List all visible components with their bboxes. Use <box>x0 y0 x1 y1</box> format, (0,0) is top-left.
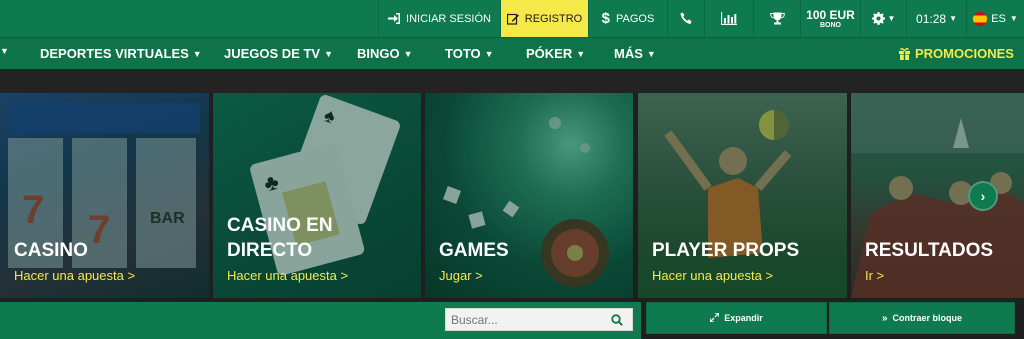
nav-item-mas[interactable]: MÁS ▼ <box>614 46 656 61</box>
login-icon <box>388 13 401 24</box>
tile-resultados[interactable]: RESULTADOS Ir > <box>851 93 1024 298</box>
spacer <box>0 69 1024 93</box>
trophy-button[interactable] <box>753 0 800 37</box>
double-chevron-right-icon: » <box>881 312 888 324</box>
nav-item-poker[interactable]: PÓKER ▼ <box>526 46 585 61</box>
chevron-down-icon: ▼ <box>192 48 202 59</box>
chevron-down-icon: ▼ <box>646 48 656 59</box>
promotions-label: PROMOCIONES <box>915 46 1014 61</box>
tile-title: GAMES <box>439 240 509 261</box>
tile-link[interactable]: Hacer una apuesta > <box>14 268 135 283</box>
chevron-down-icon: ▼ <box>484 48 494 59</box>
language-dropdown[interactable]: ES ▼ <box>966 0 1024 37</box>
tile-casino[interactable]: 7 7 BAR CASINO Hacer una apuesta > <box>0 93 209 298</box>
bar-chart-icon <box>721 12 737 25</box>
search-icon[interactable] <box>606 313 628 326</box>
tile-player-props[interactable]: PLAYER PROPS Hacer una apuesta > <box>638 93 847 298</box>
register-button[interactable]: REGISTRO <box>500 0 588 37</box>
login-button[interactable]: INICIAR SESIÓN <box>378 0 500 37</box>
nav-item-bingo[interactable]: BINGO ▼ <box>357 46 413 61</box>
trophy-icon <box>769 12 785 25</box>
tile-title: CASINO EN DIRECTO <box>227 213 333 263</box>
tile-title: CASINO <box>14 240 88 261</box>
expand-label: Expandir <box>724 313 763 323</box>
bonus-badge: 100 EUR BONO <box>806 9 855 29</box>
expand-icon <box>709 311 720 324</box>
tile-games[interactable]: GAMES Jugar > <box>425 93 633 298</box>
chevron-down-icon: ▼ <box>0 46 9 56</box>
nav-item-promociones[interactable]: PROMOCIONES <box>898 46 1014 61</box>
stats-button[interactable] <box>704 0 753 37</box>
register-label: REGISTRO <box>524 12 583 25</box>
chevron-down-icon: ▼ <box>403 48 413 59</box>
bonus-button[interactable]: 100 EUR BONO <box>800 0 860 37</box>
nav-item-juegos-de-tv[interactable]: JUEGOS DE TV ▼ <box>224 46 333 61</box>
nav-item-deportes-virtuales[interactable]: DEPORTES VIRTUALES ▼ <box>40 46 202 61</box>
contact-button[interactable] <box>667 0 704 37</box>
bonus-amount: 100 EUR <box>806 7 855 22</box>
tile-link[interactable]: Jugar > <box>439 268 483 283</box>
nav-item-label: DEPORTES VIRTUALES <box>40 46 189 61</box>
search-input[interactable] <box>446 312 606 327</box>
edit-icon <box>506 13 519 25</box>
tile-title: RESULTADOS <box>865 240 994 261</box>
time-display: 01:28 <box>916 11 947 26</box>
chevron-down-icon: ▼ <box>324 48 333 59</box>
featured-tiles: 7 7 BAR CASINO Hacer una apuesta > ♠ ♣ C… <box>0 93 1024 298</box>
payments-button[interactable]: $ PAGOS <box>588 0 667 37</box>
collapse-block-button[interactable]: » Contraer bloque <box>829 302 1015 334</box>
nav-item-toto[interactable]: TOTO ▼ <box>445 46 494 61</box>
tile-title: PLAYER PROPS <box>652 240 800 261</box>
tile-link[interactable]: Hacer una apuesta > <box>227 268 348 283</box>
login-label: INICIAR SESIÓN <box>406 12 491 25</box>
settings-dropdown[interactable]: ▼ <box>860 0 906 37</box>
nav-item-label: MÁS <box>614 46 643 61</box>
chevron-right-icon: › <box>980 188 986 204</box>
tile-title-line: CASINO EN <box>227 215 333 236</box>
tile-link[interactable]: Ir > <box>865 268 884 283</box>
search-box <box>445 308 633 331</box>
chevron-down-icon: ▼ <box>1009 14 1018 23</box>
chevron-down-icon: ▼ <box>887 14 896 23</box>
nav-prev-chevron[interactable]: ▼ <box>0 46 9 56</box>
spain-flag-icon <box>973 11 988 26</box>
chevron-down-icon: ▼ <box>949 14 957 23</box>
chevron-down-icon: ▼ <box>576 48 586 59</box>
bonus-label: BONO <box>820 21 841 29</box>
payments-label: PAGOS <box>616 12 655 25</box>
carousel-next-button[interactable]: › <box>968 181 998 211</box>
language-label: ES <box>991 12 1006 25</box>
nav-item-label: BINGO <box>357 46 400 61</box>
gift-icon <box>898 47 911 60</box>
gear-icon <box>871 12 885 25</box>
phone-icon <box>680 12 693 25</box>
dollar-icon: $ <box>601 10 611 27</box>
tile-link[interactable]: Hacer una apuesta > <box>652 268 773 283</box>
collapse-label: Contraer bloque <box>892 313 963 323</box>
nav-item-label: JUEGOS DE TV <box>224 46 321 61</box>
expand-button[interactable]: Expandir <box>646 302 827 334</box>
tile-casino-en-directo[interactable]: ♠ ♣ CASINO EN DIRECTO Hacer una apuesta … <box>213 93 421 298</box>
nav-item-label: TOTO <box>445 46 481 61</box>
top-utility-bar: INICIAR SESIÓN REGISTRO $ PAGOS 100 EUR … <box>0 0 1024 37</box>
clock-dropdown[interactable]: 01:28 ▼ <box>906 0 966 37</box>
main-nav: ▼ DEPORTES VIRTUALES ▼ JUEGOS DE TV ▼ BI… <box>0 37 1024 69</box>
nav-item-label: PÓKER <box>526 46 573 61</box>
tile-title-line: DIRECTO <box>227 240 313 261</box>
